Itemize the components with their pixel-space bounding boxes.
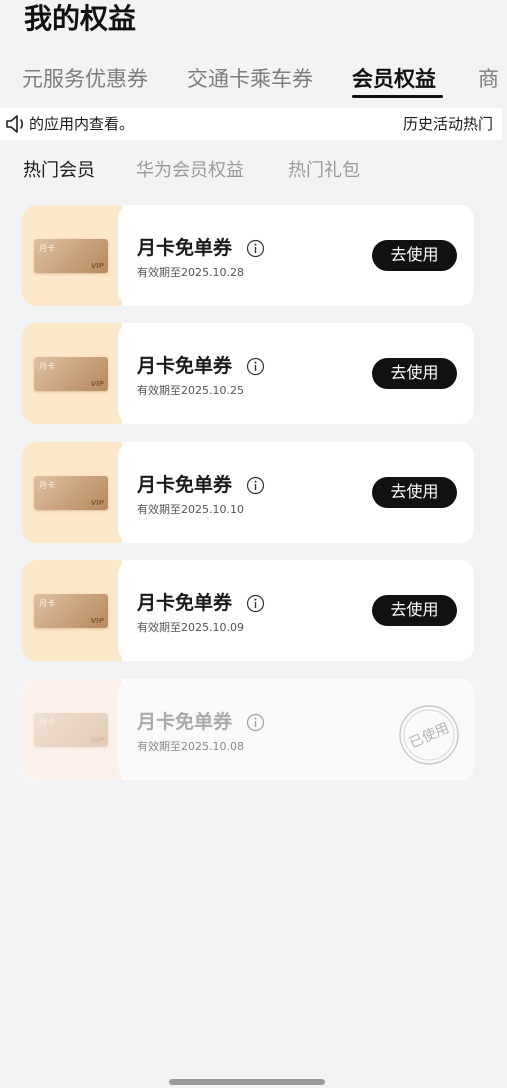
coupon-name: 月卡免单券 [137,474,233,496]
app-page: 我的权益 元服务优惠券 交通卡乘车券 会员权益 商 的应用内查看。 历史活动热门… [0,0,507,1088]
coupon-name: 月卡免单券 [137,711,233,733]
coupon-body: 月卡免单券 有效期至2025.10.28 去使用 [118,205,474,306]
info-icon[interactable] [246,476,265,495]
coupon-card[interactable]: 月卡 VIP 月卡免单券 有效期至2025.10.28 去使用 [22,205,474,306]
tab-shop[interactable]: 商 [478,64,499,94]
coupon-validity: 有效期至2025.10.09 [137,621,244,634]
info-icon[interactable] [246,713,265,732]
use-coupon-button[interactable]: 去使用 [372,240,457,271]
used-stamp: 已使用 [394,705,464,765]
info-icon[interactable] [246,357,265,376]
coupon-card[interactable]: 月卡 VIP 月卡免单券 有效期至2025.10.25 去使用 [22,323,474,424]
coupon-validity: 有效期至2025.10.10 [137,503,244,516]
vip-card-image: 月卡 VIP [34,713,108,747]
info-icon[interactable] [246,239,265,258]
coupon-validity: 有效期至2025.10.08 [137,740,244,753]
use-coupon-button[interactable]: 去使用 [372,358,457,389]
tab-service-coupons[interactable]: 元服务优惠券 [22,64,148,94]
vip-card-image: 月卡 VIP [34,476,108,510]
vip-card-image: 月卡 VIP [34,239,108,273]
notice-text: 的应用内查看。 [29,115,135,133]
info-icon[interactable] [246,594,265,613]
coupon-name: 月卡免单券 [137,355,233,377]
tab-member-benefits[interactable]: 会员权益 [352,64,436,94]
vip-card-image: 月卡 VIP [34,594,108,628]
coupon-image-panel: 月卡 VIP [22,679,122,780]
home-indicator[interactable] [169,1079,325,1085]
coupon-image-panel: 月卡 VIP [22,442,122,543]
coupon-image-panel: 月卡 VIP [22,205,122,306]
coupon-validity: 有效期至2025.10.28 [137,266,244,279]
use-coupon-button[interactable]: 去使用 [372,477,457,508]
coupon-body: 月卡免单券 有效期至2025.10.08 已使用 [118,679,474,780]
coupon-name: 月卡免单券 [137,592,233,614]
coupon-card[interactable]: 月卡 VIP 月卡免单券 有效期至2025.10.10 去使用 [22,442,474,543]
coupon-card-used[interactable]: 月卡 VIP 月卡免单券 有效期至2025.10.08 已使用 [22,679,474,780]
coupon-name: 月卡免单券 [137,237,233,259]
coupon-body: 月卡免单券 有效期至2025.10.10 去使用 [118,442,474,543]
coupon-body: 月卡免单券 有效期至2025.10.25 去使用 [118,323,474,424]
speaker-icon [5,114,27,134]
subtab-bar: 热门会员 华为会员权益 热门礼包 [0,158,507,186]
tab-bar: 元服务优惠券 交通卡乘车券 会员权益 商 [0,64,507,96]
coupon-image-panel: 月卡 VIP [22,323,122,424]
subtab-huawei-member-benefits[interactable]: 华为会员权益 [136,158,244,184]
coupon-image-panel: 月卡 VIP [22,560,122,661]
notice-bar[interactable]: 的应用内查看。 历史活动热门 [0,108,502,140]
coupon-card[interactable]: 月卡 VIP 月卡免单券 有效期至2025.10.09 去使用 [22,560,474,661]
history-activities-link[interactable]: 历史活动热门 [403,114,493,134]
vip-card-image: 月卡 VIP [34,357,108,391]
use-coupon-button[interactable]: 去使用 [372,595,457,626]
coupon-body: 月卡免单券 有效期至2025.10.09 去使用 [118,560,474,661]
tab-transit-coupons[interactable]: 交通卡乘车券 [187,64,313,94]
subtab-popular-members[interactable]: 热门会员 [23,158,95,184]
page-title: 我的权益 [24,2,137,35]
active-tab-indicator [352,95,443,98]
subtab-popular-packs[interactable]: 热门礼包 [288,158,360,184]
coupon-validity: 有效期至2025.10.25 [137,384,244,397]
